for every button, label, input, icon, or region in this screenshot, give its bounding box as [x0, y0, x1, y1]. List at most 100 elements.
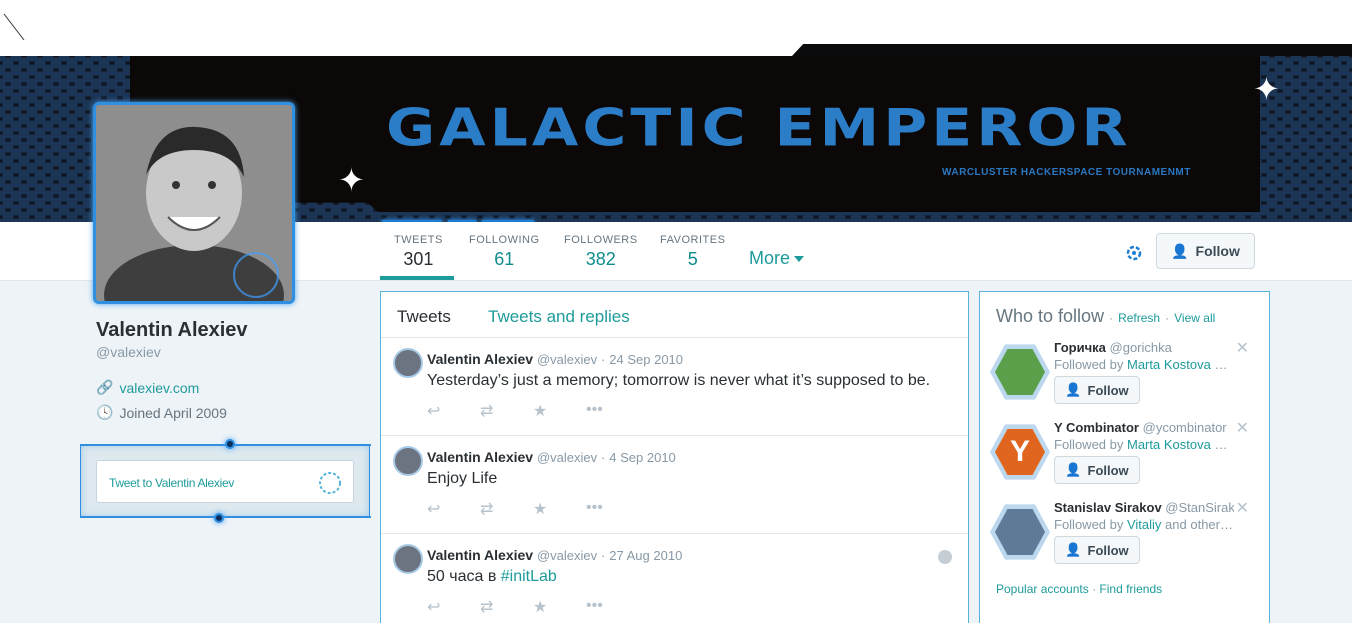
suggestion-name[interactable]: Горичка @gorichka — [1054, 340, 1234, 355]
tweet-item[interactable]: Valentin Alexiev @valexiev · 24 Sep 2010… — [381, 338, 968, 436]
tab-tweets[interactable]: Tweets — [397, 307, 451, 327]
suggestion-avatar[interactable] — [990, 504, 1050, 560]
tweet-text: 50 часа в #initLab — [427, 568, 557, 586]
follow-label: Follow — [1087, 542, 1129, 558]
hashtag-link[interactable]: #initLab — [501, 568, 557, 585]
more-icon[interactable]: ••• — [586, 499, 639, 519]
suggestion-name[interactable]: Stanislav Sirakov @StanSirak… — [1054, 500, 1234, 515]
profile-url[interactable]: 🔗 valexiev.com — [96, 379, 199, 396]
box-line — [81, 516, 371, 518]
separator: · — [601, 450, 606, 465]
followed-by-link[interactable]: Vitaliy — [1127, 517, 1161, 532]
stat-favorites[interactable]: FAVORITES 5 — [660, 234, 725, 270]
tweet-date[interactable]: 4 Sep 2010 — [609, 450, 676, 465]
stat-following[interactable]: FOLLOWING 61 — [469, 234, 540, 270]
followed-by-link[interactable]: Marta Kostova — [1127, 437, 1211, 452]
stat-label: FOLLOWING — [469, 234, 540, 246]
gear-icon[interactable] — [1125, 244, 1143, 262]
stat-value: 301 — [403, 249, 434, 269]
favorite-icon[interactable]: ★ — [533, 401, 586, 421]
tweet-item[interactable]: Valentin Alexiev @valexiev · 27 Aug 2010… — [381, 534, 968, 623]
retweet-icon[interactable]: ⇄ — [480, 499, 533, 519]
refresh-link[interactable]: Refresh — [1118, 311, 1160, 325]
separator: · — [601, 352, 606, 367]
profile-handle: @valexiev — [96, 344, 161, 360]
profile-joined: 🕓 Joined April 2009 — [96, 404, 227, 421]
tweet-handle[interactable]: @valexiev — [537, 352, 597, 367]
active-tab-indicator — [380, 276, 454, 280]
add-user-icon: 👤 — [1065, 382, 1082, 397]
suggestion-fullname: Stanislav Sirakov — [1054, 500, 1162, 515]
more-menu[interactable]: More — [749, 248, 805, 269]
suggestion-followed-by: Followed by Marta Kostova a… — [1054, 437, 1234, 452]
tweet-avatar[interactable] — [393, 544, 423, 574]
favorite-icon[interactable]: ★ — [533, 597, 586, 617]
star-icon: ✦ — [1253, 71, 1280, 107]
spinner-icon — [319, 472, 341, 494]
more-icon[interactable]: ••• — [586, 597, 639, 617]
reply-icon[interactable]: ↩ — [427, 597, 480, 617]
who-to-follow: Who to follow · Refresh · View all Горич… — [979, 291, 1270, 623]
retweet-icon[interactable]: ⇄ — [480, 401, 533, 421]
dismiss-icon[interactable]: ✕ — [1236, 338, 1249, 358]
reply-icon[interactable]: ↩ — [427, 401, 480, 421]
tweet-handle[interactable]: @valexiev — [537, 450, 597, 465]
suggestion-follow-button[interactable]: 👤 Follow — [1054, 376, 1140, 404]
add-user-icon: 👤 — [1065, 542, 1082, 557]
reply-icon[interactable]: ↩ — [427, 499, 480, 519]
tweet-author[interactable]: Valentin Alexiev — [427, 449, 533, 465]
tweet-header: Valentin Alexiev @valexiev · 4 Sep 2010 — [427, 449, 676, 465]
more-icon[interactable]: ••• — [586, 401, 639, 421]
tab-tweets-and-replies[interactable]: Tweets and replies — [488, 307, 630, 327]
tweet-date[interactable]: 27 Aug 2010 — [609, 548, 682, 563]
tweet-to-input[interactable]: Tweet to Valentin Alexiev — [96, 460, 354, 503]
separator: · — [1092, 582, 1097, 596]
stat-label: TWEETS — [394, 234, 443, 246]
find-friends-link[interactable]: Find friends — [1099, 582, 1162, 596]
tweet-item[interactable]: Valentin Alexiev @valexiev · 4 Sep 2010 … — [381, 436, 968, 534]
suggestion-item: Y Y Combinator @ycombinator Followed by … — [980, 420, 1269, 500]
suggestion-name[interactable]: Y Combinator @ycombinator — [1054, 420, 1234, 435]
dismiss-icon[interactable]: ✕ — [1236, 418, 1249, 438]
tweet-text-body: Enjoy Life — [427, 470, 498, 487]
stat-followers[interactable]: FOLLOWERS 382 — [564, 234, 638, 270]
tweet-text-body: 50 часа в — [427, 568, 501, 585]
tweet-avatar[interactable] — [393, 446, 423, 476]
suggestion-follow-button[interactable]: 👤 Follow — [1054, 456, 1140, 484]
followed-by-suffix: a… — [1210, 437, 1234, 452]
suggestion-follow-button[interactable]: 👤 Follow — [1054, 536, 1140, 564]
suggestion-fullname: Горичка — [1054, 340, 1106, 355]
suggestion-avatar[interactable] — [990, 344, 1050, 400]
stat-value: 61 — [494, 249, 515, 269]
dismiss-icon[interactable]: ✕ — [1236, 498, 1249, 518]
who-to-follow-header: Who to follow · Refresh · View all — [996, 306, 1215, 327]
stat-tweets[interactable]: TWEETS 301 — [394, 234, 443, 270]
corner-decoration — [3, 13, 25, 41]
suggestion-handle: @ycombinator — [1142, 420, 1227, 435]
suggestion-avatar[interactable]: Y — [990, 424, 1050, 480]
suggestion-followed-by: Followed by Marta Kostova a… — [1054, 357, 1234, 372]
avatar[interactable] — [93, 102, 295, 304]
follow-button[interactable]: 👤 Follow — [1156, 233, 1255, 269]
view-all-link[interactable]: View all — [1174, 311, 1215, 325]
tweet-date[interactable]: 24 Sep 2010 — [609, 352, 683, 367]
who-to-follow-footer: Popular accounts · Find friends — [996, 582, 1162, 596]
tweet-to-label: Tweet to Valentin Alexiev — [109, 476, 235, 490]
stat-label: FOLLOWERS — [564, 234, 638, 246]
box-node — [214, 513, 224, 523]
who-to-follow-title: Who to follow — [996, 306, 1105, 326]
followed-by-link[interactable]: Marta Kostova — [1127, 357, 1211, 372]
tweet-author[interactable]: Valentin Alexiev — [427, 351, 533, 367]
retweet-icon[interactable]: ⇄ — [480, 597, 533, 617]
tweet-avatar[interactable] — [393, 348, 423, 378]
favorite-icon[interactable]: ★ — [533, 499, 586, 519]
tweet-header: Valentin Alexiev @valexiev · 27 Aug 2010 — [427, 547, 682, 563]
tweet-actions: ↩ ⇄ ★ ••• — [427, 499, 639, 519]
follow-label: Follow — [1195, 243, 1240, 259]
tweet-author[interactable]: Valentin Alexiev — [427, 547, 533, 563]
star-icon: ✦ — [338, 162, 365, 198]
popular-accounts-link[interactable]: Popular accounts — [996, 582, 1089, 596]
follow-label: Follow — [1087, 462, 1129, 478]
tweet-text: Enjoy Life — [427, 470, 497, 488]
tweet-handle[interactable]: @valexiev — [537, 548, 597, 563]
